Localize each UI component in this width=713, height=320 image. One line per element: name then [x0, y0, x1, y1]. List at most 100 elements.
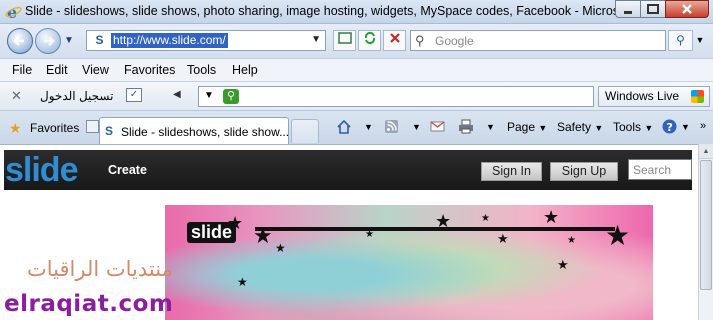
- slide-logo[interactable]: slide: [5, 152, 78, 188]
- banner-image: slide ★ ★ ★ ★ ★ ★ ★ ★ ★ ★ ★ ★: [165, 205, 653, 320]
- scroll-left-icon[interactable]: ◀: [173, 89, 181, 100]
- menu-bar: File Edit View Favorites Tools Help: [0, 58, 713, 81]
- close-icon: [682, 4, 692, 14]
- menu-edit[interactable]: Edit: [46, 63, 68, 77]
- mail-icon[interactable]: [430, 119, 446, 134]
- star-icon: ★: [557, 257, 569, 272]
- stop-icon: [389, 33, 400, 43]
- menu-help[interactable]: Help: [232, 63, 258, 77]
- title-bar: e Slide - slideshows, slide shows, photo…: [0, 0, 713, 24]
- toolbar-dropdown-icon[interactable]: ▼: [204, 90, 214, 101]
- address-tools: [331, 30, 406, 51]
- sign-up-button[interactable]: Sign Up: [550, 162, 618, 181]
- tab-slide[interactable]: S Slide - slideshows, slide show...: [99, 117, 289, 145]
- tools-dropdown-icon: ▼: [644, 123, 654, 133]
- refresh-button[interactable]: [358, 30, 381, 51]
- tab-favicon-icon: S: [105, 124, 114, 138]
- vertical-scrollbar[interactable]: ▲: [698, 144, 713, 320]
- create-link[interactable]: Create: [108, 163, 147, 177]
- help-dropdown-icon[interactable]: ▼: [681, 122, 690, 132]
- url-text[interactable]: http://www.slide.com/: [111, 33, 228, 48]
- windows-flag-icon: [691, 90, 704, 103]
- checkbox-icon[interactable]: ✓: [126, 88, 142, 102]
- toolbar-overflow-icon[interactable]: »: [700, 120, 706, 132]
- star-icon: ★: [237, 275, 248, 289]
- internet-explorer-icon: e: [5, 3, 22, 20]
- toolbar-search-field[interactable]: ▼ ⚲: [198, 86, 594, 107]
- minimize-icon: [624, 11, 632, 14]
- print-icon[interactable]: [458, 119, 474, 134]
- maximize-icon: [647, 4, 659, 14]
- star-icon: ★: [227, 213, 244, 233]
- page-content: slide Create Sign In Sign Up Search slid…: [0, 144, 698, 320]
- safety-menu[interactable]: Safety ▼: [557, 120, 603, 134]
- search-icon: ⚲: [676, 33, 685, 47]
- star-icon: ★: [253, 223, 273, 248]
- feeds-icon[interactable]: [384, 119, 400, 134]
- compatibility-view-button[interactable]: [333, 30, 356, 51]
- scroll-up-icon[interactable]: ▲: [699, 144, 713, 159]
- home-dropdown-icon[interactable]: ▼: [364, 122, 373, 132]
- add-favorites-icon[interactable]: [86, 120, 99, 133]
- refresh-icon: [364, 31, 375, 45]
- tools-menu-label: Tools: [613, 120, 642, 134]
- watermark-arabic: منتديات الراقيات: [27, 257, 173, 281]
- back-button[interactable]: [7, 28, 33, 54]
- menu-favorites[interactable]: Favorites: [124, 63, 175, 77]
- window-title: Slide - slideshows, slide shows, photo s…: [25, 4, 630, 18]
- help-icon[interactable]: ?: [662, 119, 678, 134]
- address-field[interactable]: S http://www.slide.com/ ▼: [86, 30, 326, 51]
- address-row: ▼ S http://www.slide.com/ ▼ ⚲ Google ⚲ ▼: [0, 24, 713, 58]
- back-arrow-icon: [13, 36, 24, 46]
- search-field[interactable]: ⚲ Google: [410, 30, 666, 51]
- search-placeholder: Google: [435, 34, 474, 48]
- windows-live-label: Windows Live: [605, 89, 680, 103]
- print-dropdown-icon[interactable]: ▼: [486, 122, 495, 132]
- site-search-input[interactable]: Search: [628, 159, 692, 180]
- close-button[interactable]: [665, 0, 709, 18]
- star-icon: ★: [497, 231, 509, 246]
- new-tab-button[interactable]: [291, 119, 319, 143]
- compatibility-icon: [337, 32, 352, 44]
- search-button[interactable]: ⚲: [668, 30, 693, 51]
- menu-view[interactable]: View: [82, 63, 109, 77]
- address-dropdown-icon[interactable]: ▼: [311, 34, 321, 45]
- forward-button[interactable]: [35, 28, 61, 54]
- forward-arrow-icon: [44, 36, 55, 46]
- menu-file[interactable]: File: [12, 63, 32, 77]
- login-link[interactable]: تسجيل الدخول: [40, 89, 113, 103]
- site-header: slide Create Sign In Sign Up Search: [4, 150, 692, 190]
- search-provider-icon: ⚲: [415, 33, 425, 48]
- stop-button[interactable]: [383, 30, 406, 51]
- feeds-dropdown-icon[interactable]: ▼: [412, 122, 421, 132]
- sign-in-button[interactable]: Sign In: [481, 162, 542, 181]
- slide-favicon-icon: S: [95, 33, 104, 47]
- search-options-dropdown-icon[interactable]: ▼: [694, 30, 706, 51]
- recent-pages-dropdown-icon[interactable]: ▼: [64, 35, 74, 46]
- star-icon: ★: [481, 213, 490, 224]
- favorites-button[interactable]: Favorites: [30, 121, 79, 135]
- windows-live-button[interactable]: Windows Live: [598, 86, 710, 107]
- tab-command-row: ★ Favorites S Slide - slideshows, slide …: [0, 110, 713, 145]
- close-toolbar-icon[interactable]: ✕: [11, 88, 22, 104]
- svg-text:?: ?: [667, 121, 673, 134]
- page-menu[interactable]: Page ▼: [507, 120, 547, 134]
- minimize-button[interactable]: [615, 0, 641, 18]
- star-icon: ★: [567, 235, 576, 246]
- star-icon: ★: [435, 211, 452, 231]
- addon-toolbar: ✕ تسجيل الدخول ✓ ◀ ▼ ⚲ Windows Live: [0, 81, 713, 110]
- tools-menu[interactable]: Tools ▼: [613, 120, 653, 134]
- home-icon[interactable]: [336, 119, 352, 134]
- star-icon: ★: [605, 220, 631, 251]
- safety-dropdown-icon: ▼: [594, 123, 604, 133]
- watermark-english: elraqiat.com: [4, 291, 174, 317]
- maximize-button[interactable]: [640, 0, 666, 18]
- star-icon: ★: [365, 229, 374, 240]
- window-controls: [615, 0, 709, 19]
- favorites-star-icon[interactable]: ★: [9, 120, 22, 137]
- tab-label: Slide - slideshows, slide show...: [121, 125, 290, 139]
- star-icon: ★: [543, 207, 560, 227]
- menu-tools[interactable]: Tools: [187, 63, 216, 77]
- scrollbar-thumb[interactable]: [700, 160, 712, 290]
- toolbar-search-icon[interactable]: ⚲: [223, 89, 239, 104]
